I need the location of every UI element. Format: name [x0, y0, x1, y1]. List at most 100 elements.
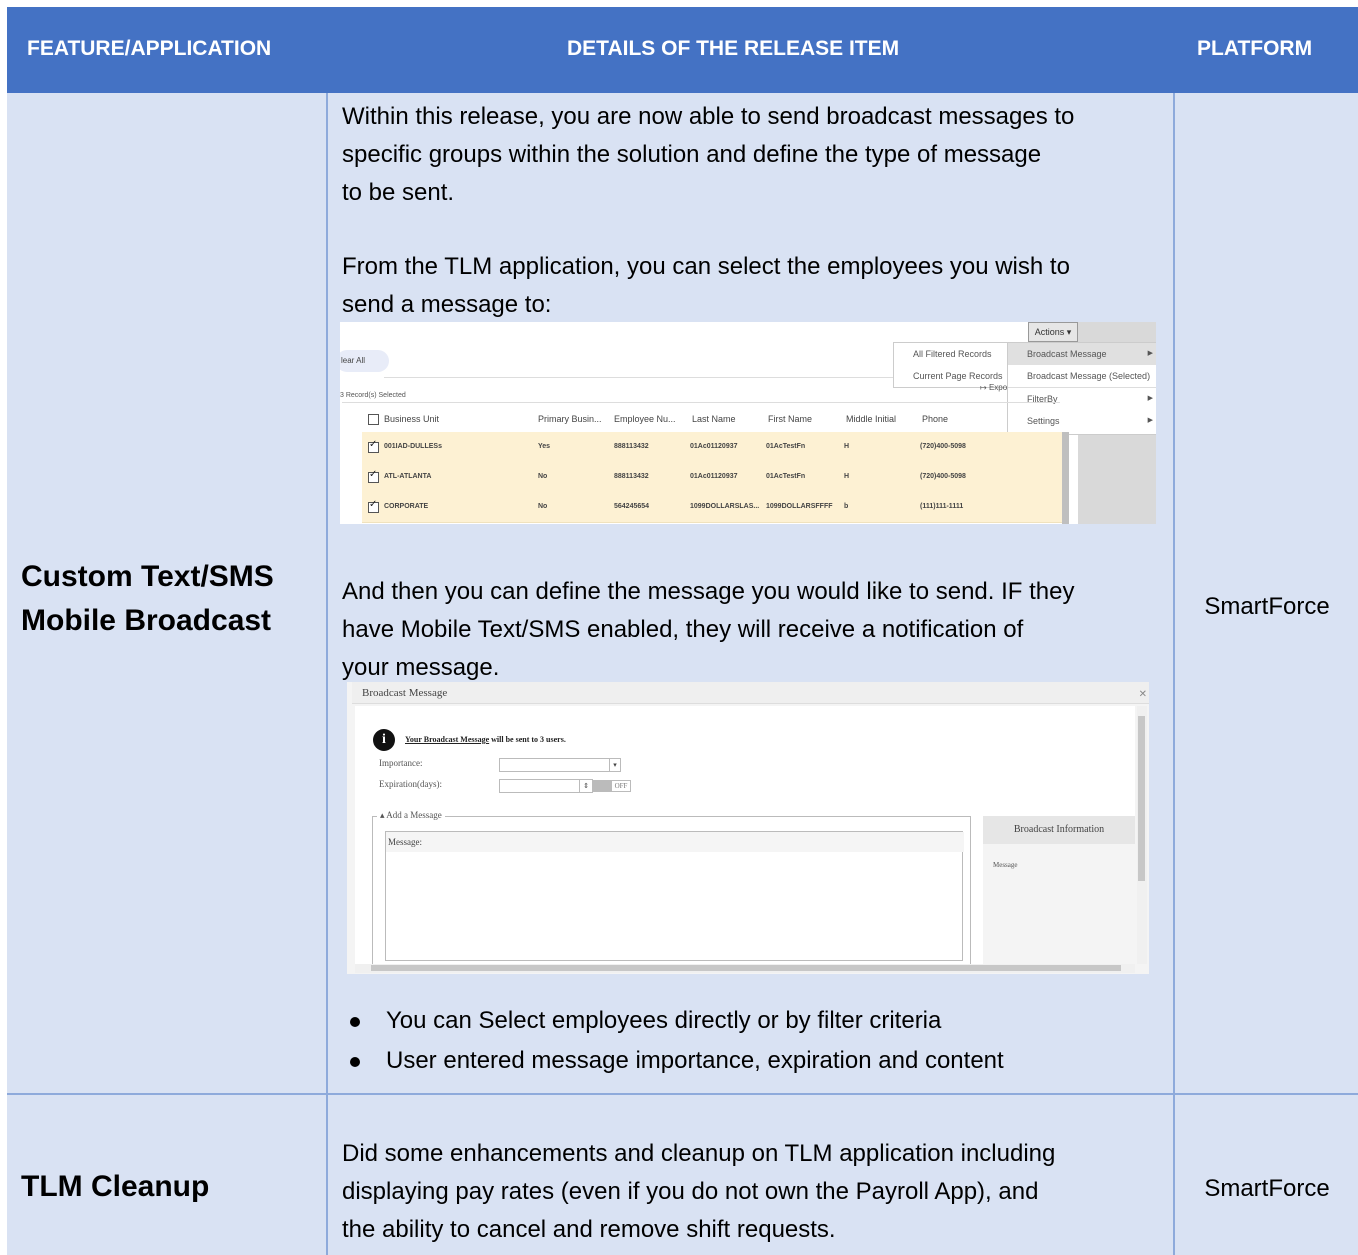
table-cell: (720)400-5098	[920, 473, 966, 480]
group-label: Add a Message	[386, 810, 442, 820]
header-platform: PLATFORM	[1197, 37, 1313, 60]
menu-item: Broadcast Message ▶	[1008, 343, 1156, 365]
scrollbar	[1062, 432, 1069, 524]
table-cell: b	[844, 503, 849, 510]
table-cell: ATL-ATLANTA	[384, 473, 432, 480]
table-cell: 1099DOLLARSFFFF	[766, 503, 833, 510]
dialog-body: i Your Broadcast Message will be sent to…	[355, 706, 1135, 968]
row-checkbox	[368, 499, 379, 513]
select-all-checkbox	[368, 414, 379, 425]
horizontal-scrollbar	[355, 964, 1135, 973]
column-header: First Name	[768, 414, 813, 424]
info-icon: i	[373, 729, 395, 751]
column-divider	[326, 1095, 328, 1255]
menu-item: Broadcast Message (Selected)	[1027, 371, 1151, 381]
column-header: Employee Nu...	[614, 414, 676, 424]
clear-all-button: lear All	[340, 350, 389, 372]
feature-name: TLM Cleanup	[21, 1170, 210, 1203]
notice-prefix: Your Broadcast Message	[405, 735, 490, 744]
chevron-right-icon: ▶	[1147, 395, 1153, 402]
feature-name-line1: Custom Text/SMS	[21, 560, 274, 593]
menu-item-label: Broadcast Message	[1027, 349, 1107, 359]
scroll-thumb	[1138, 716, 1145, 881]
menu-item: FilterBy ▶	[1008, 388, 1156, 410]
feature-name: Custom Text/SMS Mobile Broadcast	[21, 555, 274, 643]
table-row: CORPORATE No 564245654 1099DOLLARSLAS...…	[362, 492, 1062, 523]
column-header: Middle Initial	[846, 414, 897, 424]
details-paragraph: Within this release, you are now able to…	[342, 98, 1167, 212]
expiration-label: Expiration(days):	[379, 779, 442, 789]
table-cell: 01Ac01120937	[690, 473, 738, 480]
actions-button: Actions ▾	[1028, 322, 1078, 342]
bullet-icon	[350, 1016, 360, 1027]
table-row: Custom Text/SMS Mobile Broadcast SmartFo…	[7, 93, 1358, 1095]
text-line: And then you can define the message you …	[342, 578, 1075, 605]
table-cell: 564245654	[614, 503, 650, 510]
text-line: specific groups within the solution and …	[342, 141, 1042, 168]
column-header: Phone	[922, 414, 949, 424]
vertical-scrollbar	[1137, 706, 1147, 964]
bullet-text: You can Select employees directly or by …	[386, 1007, 942, 1034]
expiration-field	[499, 779, 581, 793]
menu-item-label: Settings	[1027, 416, 1060, 426]
notice-suffix: will be sent to 3 users.	[489, 735, 566, 744]
table-cell: H	[844, 473, 850, 480]
group-legend: ▴ Add a Message	[377, 810, 445, 821]
column-header: Last Name	[692, 414, 736, 424]
platform-name: SmartForce	[1204, 1175, 1330, 1202]
row-checkbox	[368, 469, 379, 483]
table-cell: 001IAD-DULLESs	[384, 443, 442, 450]
chevron-down-icon: ▾	[609, 758, 621, 772]
broadcast-dialog-screenshot: Broadcast Message ✕ i Your Broadcast Mess…	[347, 682, 1149, 974]
export-link: ↦ Expo	[980, 383, 1007, 392]
text-line: displaying pay rates (even if you do not…	[342, 1178, 1039, 1205]
dialog-title: Broadcast Message ✕	[352, 682, 1149, 704]
export-label: Expo	[988, 383, 1008, 392]
employee-grid-screenshot: lear All Actions ▾ All Filtered Records …	[340, 322, 1156, 524]
details-paragraph: From the TLM application, you can select…	[342, 248, 1167, 324]
feature-name-line2: Mobile Broadcast	[21, 604, 272, 637]
chevron-right-icon: ▶	[1147, 417, 1153, 424]
export-icon: ↦	[980, 383, 987, 392]
importance-select	[499, 758, 611, 772]
header-feature: FEATURE/APPLICATION	[27, 37, 272, 60]
importance-label: Importance:	[379, 758, 423, 768]
details-paragraph: And then you can define the message you …	[342, 573, 1167, 687]
menu-item: All Filtered Records	[913, 349, 992, 359]
column-divider	[1173, 93, 1175, 1093]
table-cell: H	[844, 443, 850, 450]
column-divider	[1173, 1095, 1175, 1255]
dialog-title-text: Broadcast Message	[362, 687, 448, 699]
toggle-track	[593, 780, 611, 792]
close-icon: ✕	[1138, 689, 1147, 700]
table-cell: 1099DOLLARSLAS...	[690, 503, 760, 510]
table-cell: 01Ac01120937	[690, 443, 738, 450]
text-line: have Mobile Text/SMS enabled, they will …	[342, 616, 1024, 643]
panel-item: Message	[993, 861, 1018, 869]
platform-name: SmartForce	[1204, 593, 1330, 620]
column-header: Primary Busin...	[538, 414, 602, 424]
text-line: send a message to:	[342, 291, 552, 318]
bullet-icon	[350, 1056, 360, 1067]
column-header: Business Unit	[384, 414, 440, 424]
text-line: From the TLM application, you can select…	[342, 253, 1070, 280]
toggle-label: OFF	[611, 780, 631, 792]
broadcast-info-panel: Broadcast Information Message	[983, 816, 1135, 964]
table-cell: (111)111-1111	[920, 503, 964, 510]
chevron-right-icon: ▶	[1147, 350, 1153, 357]
table-cell: CORPORATE	[384, 503, 429, 510]
scroll-thumb	[371, 965, 1121, 971]
table-row: 001IAD-DULLESs Yes 888113432 01Ac0112093…	[362, 432, 1062, 463]
column-divider	[326, 93, 328, 1093]
notice-text: Your Broadcast Message will be sent to 3…	[405, 735, 566, 744]
table-cell: (720)400-5098	[920, 443, 966, 450]
table-cell: 01AcTestFn	[766, 473, 806, 480]
filter-menu: All Filtered Records Current Page Record…	[893, 342, 1009, 388]
panel-header: Broadcast Information	[983, 816, 1135, 844]
divider	[342, 402, 1060, 403]
text-line: to be sent.	[342, 179, 455, 206]
stepper-icon: ⇕	[579, 779, 593, 793]
menu-item: Settings ▶	[1008, 410, 1156, 432]
table-row: TLM Cleanup SmartForce Did some enhancem…	[7, 1095, 1358, 1255]
records-selected: 3 Record(s) Selected	[340, 392, 406, 399]
